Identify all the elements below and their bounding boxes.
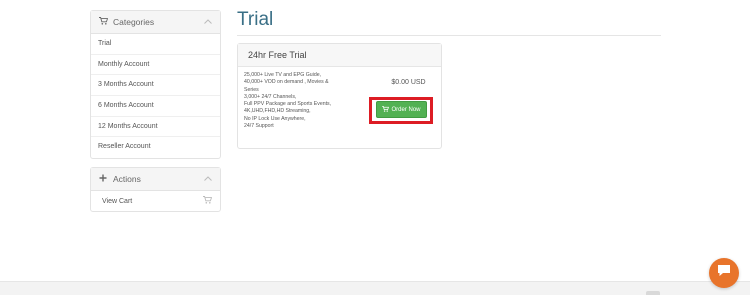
category-item-3-months[interactable]: 3 Months Account [91, 75, 220, 97]
category-item-trial[interactable]: Trial [91, 34, 220, 55]
cart-icon [203, 196, 213, 206]
category-item-6-months[interactable]: 6 Months Account [91, 96, 220, 117]
plus-icon [99, 174, 109, 184]
chat-bubble-icon [717, 264, 731, 282]
actions-header[interactable]: Actions [91, 168, 220, 191]
feature-line: 24/7 Support [244, 123, 274, 130]
product-name: 24hr Free Trial [238, 44, 441, 67]
feature-line: Series [244, 86, 259, 93]
actions-title: Actions [113, 174, 141, 184]
feature-line: No IP Lock Use Anywhere, [244, 115, 306, 122]
scroll-to-top-tab[interactable] [646, 291, 660, 295]
feature-line: Full PPV Package and Sports Events, [244, 101, 332, 108]
categories-header[interactable]: Categories [91, 11, 220, 34]
categories-panel: Categories Trial Monthly Account 3 Month… [90, 10, 221, 160]
feature-line: 25,000+ Live TV and EPG Guide, [244, 72, 322, 78]
order-now-label: Order Now [391, 106, 421, 113]
category-item-12-months[interactable]: 12 Months Account [91, 117, 220, 138]
feature-line: 40,000+ VOD on demand , Movies & [244, 79, 329, 86]
title-divider [237, 35, 661, 36]
chat-button[interactable] [709, 258, 739, 288]
order-now-button[interactable]: Order Now [376, 101, 427, 118]
category-item-reseller[interactable]: Reseller Account [91, 137, 220, 158]
cart-icon [382, 105, 390, 114]
chevron-up-icon[interactable] [204, 18, 212, 26]
page-title: Trial [237, 9, 274, 30]
product-price: $0.00 USD [391, 79, 426, 86]
view-cart-label: View Cart [102, 197, 133, 205]
footer-bar [0, 281, 750, 295]
product-card: 24hr Free Trial 25,000+ Live TV and EPG … [237, 43, 442, 149]
category-item-monthly[interactable]: Monthly Account [91, 55, 220, 76]
chevron-up-icon[interactable] [204, 175, 212, 183]
cart-icon [99, 17, 109, 27]
categories-title: Categories [113, 17, 155, 27]
categories-list: Trial Monthly Account 3 Months Account 6… [91, 34, 220, 158]
feature-line: 4K,UHD,FHD,HD Streaming, [244, 108, 311, 115]
view-cart-link[interactable]: View Cart [91, 191, 220, 211]
feature-line: 3,000+ 24/7 Channels, [244, 93, 297, 100]
actions-panel: Actions View Cart [90, 167, 221, 212]
product-features: 25,000+ Live TV and EPG Guide, 40,000+ V… [244, 72, 364, 130]
